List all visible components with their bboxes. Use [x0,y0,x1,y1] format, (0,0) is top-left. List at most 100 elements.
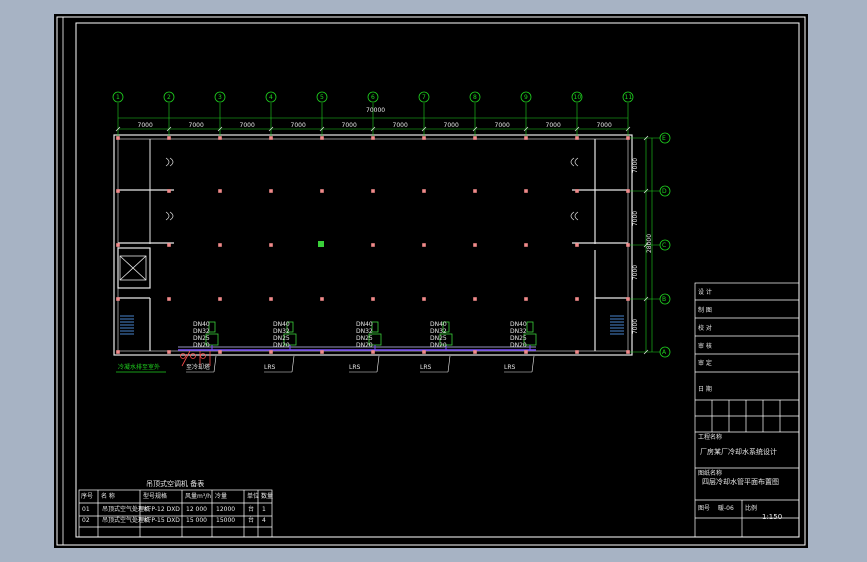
table-cell: 台 [248,506,255,513]
highlighted-column [318,241,324,247]
column [218,243,222,247]
column [575,350,579,354]
column [167,189,171,193]
axis-label-11: 11 [624,93,633,101]
drawing-label: 图纸名称 [698,470,723,477]
unit-tag: DN32 [430,328,447,335]
unit-tag: DN25 [510,335,527,342]
column [626,350,630,354]
unit-tag: DN25 [430,335,447,342]
column [575,136,579,140]
axis-label-6: 6 [371,93,375,101]
riser-label: LRS [264,364,276,371]
table-header-1: 序号 [81,493,94,500]
title-block-row-3: 校 对 [698,325,712,332]
column [116,350,120,354]
table-header-5: 冷量 [215,493,228,500]
column [473,350,477,354]
overall-dimension-top: 70000 [366,107,386,114]
column [320,136,324,140]
axis-label-8: 8 [473,93,477,101]
sheet-label: 图号 [698,505,711,512]
title-block-row-6: 日 期 [698,386,712,393]
table-header-3: 型号规格 [143,493,168,500]
table-header-4: 风量m³/h [185,493,212,500]
riser-label: 至冷却塔 [186,364,211,371]
unit-tag: DN20 [273,342,290,349]
bay-dimension-10: 7000 [596,121,612,129]
bay-dimension-6: 7000 [392,121,408,129]
bay-dimension-5: 7000 [341,121,357,129]
column [269,136,273,140]
riser-label: LRS [349,364,361,371]
stair-right [610,315,624,335]
column [575,189,579,193]
column [371,243,375,247]
column [371,350,375,354]
axis-label-D: D [662,187,667,195]
table-header-7: 数量 [261,493,274,500]
overall-dimension-right: 28000 [646,233,654,254]
scale-label: 比例 [745,505,758,512]
axis-label-B: B [662,295,667,303]
unit-tag: DN20 [510,342,527,349]
axis-label-A: A [662,348,667,356]
column [218,350,222,354]
column [116,136,120,140]
project-name: 厂房某厂冷却水系统设计 [700,448,777,456]
column [473,136,477,140]
column [524,243,528,247]
column [269,189,273,193]
axis-label-9: 9 [524,93,528,101]
column [371,189,375,193]
column [626,297,630,301]
column [473,189,477,193]
bay-dimension-7: 7000 [443,121,459,129]
column [575,243,579,247]
unit-tag: DN32 [510,328,527,335]
unit-tag: DN40 [193,321,210,328]
column [626,189,630,193]
column [473,243,477,247]
column [371,136,375,140]
riser-label: LRS [504,364,516,371]
axis-label-3: 3 [218,93,222,101]
bay-dimension-8: 7000 [494,121,510,129]
unit-tag: DN25 [193,335,210,342]
column [524,189,528,193]
title-block-row-2: 制 图 [698,307,712,314]
project-label: 工程名称 [698,434,723,441]
stair-left [120,315,134,335]
column [320,297,324,301]
unit-tag: DN40 [356,321,373,328]
table-cell: 02 [82,517,90,524]
table-cell: 15000 [216,517,236,524]
axis-label-5: 5 [320,93,324,101]
column [524,136,528,140]
column [218,189,222,193]
unit-tag: DN20 [193,342,210,349]
column [626,243,630,247]
unit-tag: DN40 [430,321,447,328]
column [116,243,120,247]
title-block-row-1: 设 计 [698,289,712,296]
table-cell: 台 [248,517,255,524]
column [320,350,324,354]
unit-tag: DN32 [273,328,290,335]
bay-dimension-1: 7000 [137,121,153,129]
table-cell: 4 [262,517,266,524]
unit-tag: DN25 [273,335,290,342]
column [473,297,477,301]
unit-tag: DN40 [273,321,290,328]
drawing-name: 四层冷却水管平面布置图 [702,478,779,486]
column [116,189,120,193]
right-bay-dimension-1: 7000 [632,157,640,173]
column [371,297,375,301]
sheet-number: 暖-06 [718,505,734,512]
right-bay-dimension-4: 7000 [632,318,640,334]
column [422,297,426,301]
unit-tag: DN25 [356,335,373,342]
riser-label: LRS [420,364,432,371]
table-cell: KFP-15 DXD [144,517,180,524]
unit-tag: DN20 [430,342,447,349]
